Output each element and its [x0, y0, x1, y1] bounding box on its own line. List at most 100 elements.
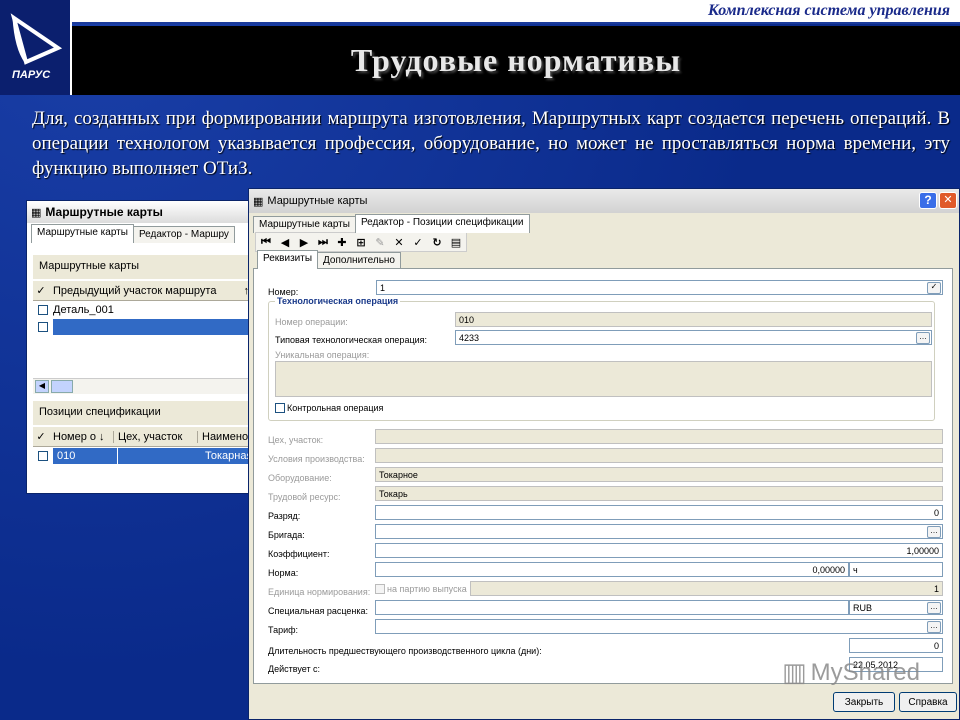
tab-editor-positions[interactable]: Редактор - Позиции спецификации: [354, 214, 530, 233]
kontrol-checkbox[interactable]: Контрольная операция: [275, 403, 383, 413]
input-brigada[interactable]: [375, 524, 943, 539]
horizontal-scrollbar[interactable]: ◀: [33, 378, 255, 394]
front-window: ▦ Маршрутные карты ? ✕ Маршрутные карты …: [248, 188, 960, 720]
row-number: 010: [53, 448, 117, 464]
form-panel: Номер: 1 ✓ Технологическая операция Номе…: [253, 268, 953, 684]
row-checkbox[interactable]: [38, 305, 48, 315]
label-usl: Условия производства:: [268, 454, 365, 464]
ellipsis-icon[interactable]: …: [927, 526, 941, 538]
ed-norm-checkbox[interactable]: на партию выпуска: [375, 584, 467, 594]
col-prev-section[interactable]: Предыдущий участок маршрута: [49, 285, 216, 297]
logo: ПАРУС: [0, 0, 72, 95]
accept-icon[interactable]: ✓: [409, 234, 427, 250]
input-norma[interactable]: 0,00000: [375, 562, 849, 577]
last-record-icon[interactable]: ⏭: [314, 234, 332, 250]
calculator-icon[interactable]: ▤: [447, 234, 465, 250]
row-checkbox[interactable]: [38, 451, 48, 461]
row-selected: [53, 319, 255, 335]
ellipsis-icon[interactable]: …: [927, 621, 941, 633]
col-name[interactable]: Наимено: [197, 430, 248, 443]
label-unik-op: Уникальная операция:: [275, 350, 370, 360]
input-tip-op[interactable]: 4233: [455, 330, 932, 345]
delete-icon[interactable]: ✕: [390, 234, 408, 250]
table-row[interactable]: Деталь_001: [33, 302, 255, 318]
edit-icon[interactable]: ✎: [371, 234, 389, 250]
input-tarif[interactable]: [375, 619, 943, 634]
row-name: Токарная: [201, 448, 255, 464]
input-oborud[interactable]: Токарное: [375, 467, 943, 482]
subtab-rekvizity[interactable]: Реквизиты: [257, 250, 319, 269]
input-koef[interactable]: 1,00000: [375, 543, 943, 558]
add-icon[interactable]: ✚: [333, 234, 351, 250]
input-dlit[interactable]: 0: [849, 638, 943, 653]
first-record-icon[interactable]: ⏮: [257, 234, 275, 250]
input-usl[interactable]: [375, 448, 943, 463]
top-bar: Комплексная система управления: [72, 0, 960, 24]
watermark-text: MyShared: [810, 658, 920, 686]
group-tech-operation: Технологическая операция Номер операции:…: [268, 296, 935, 421]
label-dlit: Длительность предшествующего производств…: [268, 646, 542, 656]
title-bar: Трудовые нормативы: [72, 26, 960, 95]
back-tab-marshrut[interactable]: Маршрутные карты: [31, 224, 134, 243]
front-window-titlebar: ▦ Маршрутные карты ? ✕: [249, 189, 959, 213]
close-button[interactable]: Закрыть: [833, 692, 895, 712]
back-window-title: Маршрутные карты: [45, 205, 163, 219]
help-icon[interactable]: ?: [919, 192, 937, 209]
label-deyst: Действует с:: [268, 664, 321, 674]
kontrol-label: Контрольная операция: [287, 403, 384, 413]
logo-text: ПАРУС: [12, 69, 51, 81]
label-spec: Специальная расценка:: [268, 606, 369, 616]
parus-logo-icon: ПАРУС: [10, 13, 63, 81]
back-tab-editor[interactable]: Редактор - Маршру: [132, 226, 235, 243]
scroll-thumb[interactable]: [51, 380, 73, 393]
input-razryad[interactable]: 0: [375, 505, 943, 520]
checkbox-box[interactable]: [275, 403, 285, 413]
row-checkbox[interactable]: [38, 322, 48, 332]
label-ed-norm: Единица нормирования:: [268, 587, 371, 597]
label-ceh: Цех, участок:: [268, 435, 324, 445]
input-norma-unit[interactable]: ч: [849, 562, 943, 577]
sort-down-icon: ↓: [99, 430, 105, 443]
add-copy-icon[interactable]: ⊞: [352, 234, 370, 250]
ellipsis-icon[interactable]: …: [916, 332, 930, 344]
input-ed-norm[interactable]: 1: [470, 581, 943, 596]
col-workshop[interactable]: Цех, участок: [113, 430, 197, 443]
input-trud[interactable]: Токарь: [375, 486, 943, 501]
ed-norm-check-label: на партию выпуска: [387, 584, 467, 594]
checkbox-box[interactable]: [375, 584, 385, 594]
check-icon[interactable]: ✓: [927, 282, 941, 294]
tab-marshrut[interactable]: Маршрутные карты: [253, 216, 356, 233]
back-window-titlebar: ▦ Маршрутные карты: [27, 201, 255, 223]
help-button[interactable]: Справка: [899, 692, 957, 712]
label-tip-op: Типовая технологическая операция:: [275, 335, 428, 345]
description-paragraph: Для, созданных при формировании маршрута…: [32, 108, 950, 179]
prev-record-icon[interactable]: ◀: [276, 234, 294, 250]
input-nomer-op[interactable]: 010: [455, 312, 932, 327]
label-tarif: Тариф:: [268, 625, 299, 635]
scroll-left-icon[interactable]: ◀: [35, 380, 49, 393]
input-nomer[interactable]: 1: [376, 280, 943, 295]
front-window-title: Маршрутные карты: [267, 195, 368, 207]
label-oborud: Оборудование:: [268, 473, 332, 483]
textarea-unik-op[interactable]: [275, 361, 932, 397]
ellipsis-icon[interactable]: …: [927, 602, 941, 614]
subtab-dopolnitelno[interactable]: Дополнительно: [317, 252, 401, 269]
row-workshop: [117, 448, 201, 464]
close-icon[interactable]: ✕: [939, 192, 957, 209]
refresh-icon[interactable]: ↻: [428, 234, 446, 250]
back-section-1: Маршрутные карты: [33, 255, 255, 279]
table-row[interactable]: 010 Токарная: [33, 448, 255, 464]
input-ceh[interactable]: [375, 429, 943, 444]
next-record-icon[interactable]: ▶: [295, 234, 313, 250]
page-title: Трудовые нормативы: [350, 42, 682, 78]
input-spec[interactable]: [375, 600, 849, 615]
back-grid1-header: ✓ Предыдущий участок маршрута ↑: [33, 281, 255, 301]
group-title: Технологическая операция: [275, 296, 401, 306]
col-number[interactable]: Номер о: [49, 431, 99, 443]
label-koef: Коэффициент:: [268, 549, 330, 559]
table-row[interactable]: [33, 319, 255, 335]
row-detail: Деталь_001: [53, 304, 114, 316]
back-window: ▦ Маршрутные карты Маршрутные карты Реда…: [26, 200, 256, 494]
label-nomer-op: Номер операции:: [275, 317, 348, 327]
system-name: Комплексная система управления: [707, 2, 950, 19]
